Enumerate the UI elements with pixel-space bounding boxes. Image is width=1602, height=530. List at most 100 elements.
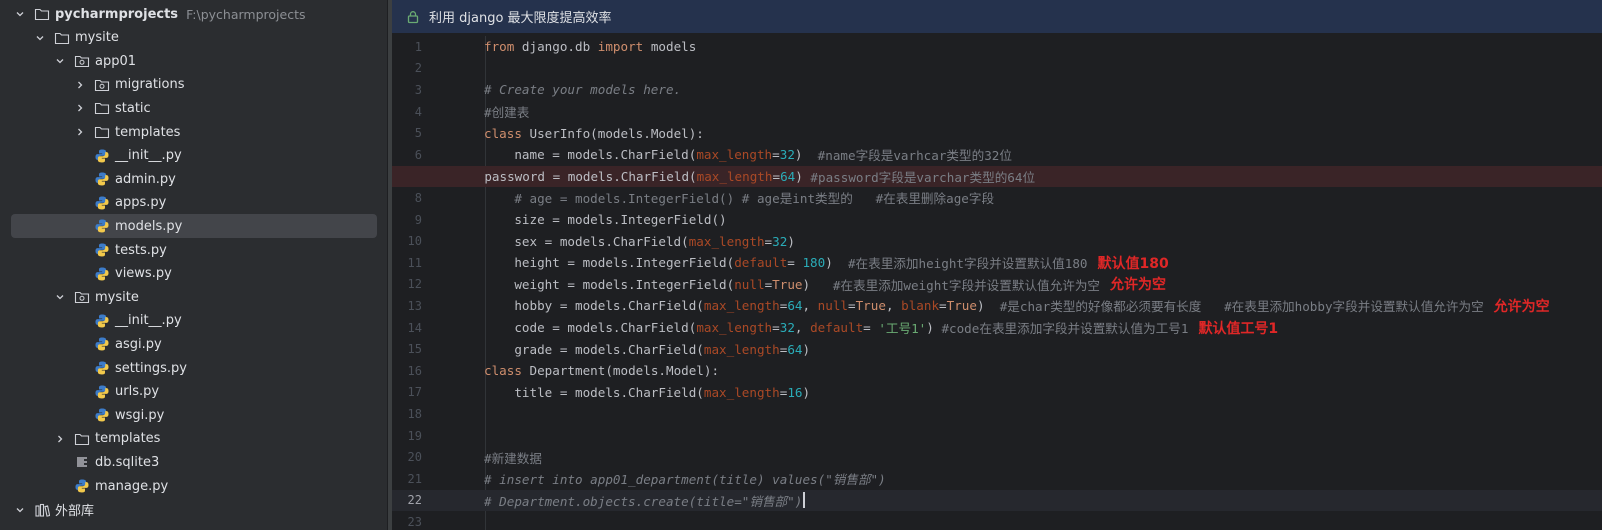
line-number[interactable]: 18	[392, 407, 422, 421]
gutter[interactable]	[422, 144, 484, 166]
tree-item[interactable]: wsgi.py	[0, 403, 387, 427]
chevron-down-icon[interactable]	[14, 8, 26, 20]
code-line[interactable]: 8 # age = models.IntegerField() # age是in…	[392, 187, 1602, 209]
gutter[interactable]	[422, 425, 484, 447]
line-number[interactable]: 12	[392, 277, 422, 291]
tree-item[interactable]: migrations	[0, 73, 387, 97]
chevron-right-icon[interactable]	[74, 79, 86, 91]
tree-item[interactable]: templates	[0, 120, 387, 144]
gutter[interactable]	[422, 187, 484, 209]
chevron-down-icon[interactable]	[54, 291, 66, 303]
line-number[interactable]: 1	[392, 40, 422, 54]
tree-item[interactable]: settings.py	[0, 356, 387, 380]
line-number[interactable]: 20	[392, 450, 422, 464]
code-line[interactable]: 21 # insert into app01_department(title) …	[392, 468, 1602, 490]
gutter[interactable]	[422, 446, 484, 468]
tree-item[interactable]: admin.py	[0, 167, 387, 191]
code-line[interactable]: 13 hobby = models.CharField(max_length = 6…	[392, 295, 1602, 317]
line-number[interactable]: 6	[392, 148, 422, 162]
gutter[interactable]	[422, 511, 484, 530]
line-number[interactable]: 21	[392, 472, 422, 486]
gutter[interactable]	[422, 101, 484, 123]
code-line[interactable]: 10 sex = models.CharField(max_length = 32)	[392, 230, 1602, 252]
line-number[interactable]: 14	[392, 321, 422, 335]
line-number[interactable]: 16	[392, 364, 422, 378]
code-line[interactable]: 9 size = models.IntegerField()	[392, 209, 1602, 231]
line-number[interactable]: 8	[392, 191, 422, 205]
tree-item[interactable]: apps.py	[0, 191, 387, 215]
code-line[interactable]: 11 height = models.IntegerField(default =…	[392, 252, 1602, 274]
gutter[interactable]	[422, 79, 484, 101]
line-number[interactable]: 4	[392, 105, 422, 119]
line-number[interactable]: 17	[392, 385, 422, 399]
tree-item[interactable]: pycharmprojects F:\pycharmprojects	[0, 2, 387, 26]
tree-item[interactable]: 外部库	[0, 498, 387, 522]
code-line[interactable]: 18	[392, 403, 1602, 425]
code-line[interactable]: 1 from django.db import models	[392, 36, 1602, 58]
tree-item[interactable]: db.sqlite3	[0, 450, 387, 474]
gutter[interactable]	[422, 122, 484, 144]
tree-item[interactable]: manage.py	[0, 474, 387, 498]
code-area[interactable]: 1 from django.db import models 2 3 # Create …	[392, 36, 1602, 530]
code-line[interactable]: 2	[392, 58, 1602, 80]
gutter[interactable]	[422, 338, 484, 360]
gutter[interactable]	[422, 36, 484, 58]
code-line[interactable]: 14 code = models.CharField(max_length = 32…	[392, 317, 1602, 339]
line-number[interactable]: 10	[392, 234, 422, 248]
chevron-right-icon[interactable]	[74, 102, 86, 114]
gutter[interactable]	[422, 209, 484, 231]
line-number[interactable]: 3	[392, 83, 422, 97]
chevron-right-icon[interactable]	[54, 433, 66, 445]
code-editor[interactable]: 利用 django 最大限度提高效率 1 from django.db impor…	[392, 0, 1602, 530]
line-number[interactable]: 22	[392, 493, 422, 507]
chevron-down-icon[interactable]	[14, 504, 26, 516]
gutter[interactable]	[392, 166, 454, 188]
code-line[interactable]: 23	[392, 511, 1602, 530]
gutter[interactable]	[422, 360, 484, 382]
editor-banner[interactable]: 利用 django 最大限度提高效率	[392, 0, 1602, 34]
tree-item[interactable]: app01	[0, 49, 387, 73]
tree-item[interactable]: static	[0, 96, 387, 120]
line-number[interactable]: 13	[392, 299, 422, 313]
tree-item[interactable]: __init__.py	[0, 144, 387, 168]
code-line[interactable]: 15 grade = models.CharField(max_length = 6…	[392, 338, 1602, 360]
gutter[interactable]	[422, 468, 484, 490]
gutter[interactable]	[422, 382, 484, 404]
tree-item[interactable]: __init__.py	[0, 309, 387, 333]
tree-item[interactable]: mysite	[0, 285, 387, 309]
code-line[interactable]: 20 #新建数据	[392, 446, 1602, 468]
line-number[interactable]: 2	[392, 61, 422, 75]
gutter[interactable]	[422, 274, 484, 296]
code-line[interactable]: 5 class UserInfo(models.Model):	[392, 122, 1602, 144]
line-number[interactable]: 5	[392, 126, 422, 140]
chevron-down-icon[interactable]	[34, 32, 46, 44]
code-line[interactable]: 17 title = models.CharField(max_length = 1…	[392, 382, 1602, 404]
gutter[interactable]	[422, 58, 484, 80]
line-number[interactable]: 11	[392, 256, 422, 270]
line-number[interactable]: 15	[392, 342, 422, 356]
chevron-down-icon[interactable]	[54, 55, 66, 67]
tree-item[interactable]: views.py	[0, 262, 387, 286]
code-line[interactable]: 3 # Create your models here.	[392, 79, 1602, 101]
line-number[interactable]: 19	[392, 429, 422, 443]
code-line[interactable]: 4 #创建表	[392, 101, 1602, 123]
code-line[interactable]: 6 name = models.CharField(max_length = 32)…	[392, 144, 1602, 166]
tree-item[interactable]: models.py	[0, 214, 387, 239]
tree-item[interactable]: asgi.py	[0, 332, 387, 356]
code-line[interactable]: 16 class Department(models.Model):	[392, 360, 1602, 382]
gutter[interactable]	[422, 252, 484, 274]
tree-item[interactable]: tests.py	[0, 238, 387, 262]
gutter[interactable]	[422, 403, 484, 425]
chevron-right-icon[interactable]	[74, 126, 86, 138]
gutter[interactable]	[422, 490, 484, 512]
tree-item[interactable]: urls.py	[0, 380, 387, 404]
line-number[interactable]: 23	[392, 515, 422, 529]
line-number[interactable]: 9	[392, 213, 422, 227]
gutter[interactable]	[422, 230, 484, 252]
code-line[interactable]: 12 weight = models.IntegerField(null = Tru…	[392, 274, 1602, 296]
tree-item[interactable]: templates	[0, 427, 387, 451]
code-line[interactable]: 7 password = models.CharField(max_length…	[392, 165, 1602, 188]
gutter[interactable]	[422, 295, 484, 317]
tree-item[interactable]: mysite	[0, 26, 387, 50]
code-line[interactable]: 19	[392, 425, 1602, 447]
